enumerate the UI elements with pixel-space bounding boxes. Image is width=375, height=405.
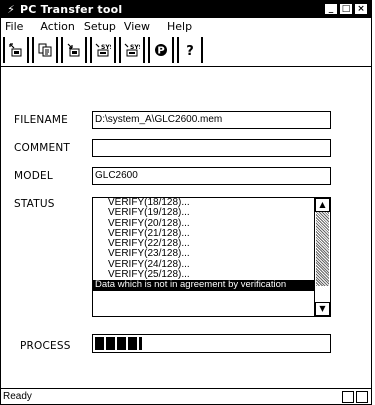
menu-action[interactable]: Action [40, 20, 74, 33]
process-label: PROCESS [20, 340, 71, 352]
menu-file[interactable]: File [5, 20, 23, 33]
comment-field[interactable] [92, 139, 331, 157]
copy-document-button[interactable] [32, 37, 58, 63]
minimize-button[interactable]: _ [324, 3, 338, 15]
filename-label: FILENAME [14, 114, 68, 126]
status-bar: Ready [1, 388, 371, 404]
model-field[interactable]: GLC2600 [92, 167, 331, 185]
status-text: Ready [3, 391, 32, 402]
scroll-track[interactable] [316, 212, 329, 286]
window-controls: _ □ × [324, 3, 368, 15]
pc-transfer-tool-window: ⚡ PC Transfer tool _ □ × File Action Set… [0, 0, 372, 405]
status-listbox[interactable]: VERIFY(18/128)... VERIFY(19/128)... VERIFY… [92, 197, 331, 317]
receive-from-unit-icon [67, 43, 80, 57]
filename-field[interactable]: D:\system_A\GLC2600.mem [92, 111, 331, 129]
title-bar[interactable]: ⚡ PC Transfer tool _ □ × [1, 1, 371, 18]
scroll-up-button[interactable]: ▲ [315, 198, 330, 212]
status-list-items: VERIFY(18/128)... VERIFY(19/128)... VERIFY… [93, 198, 314, 316]
lightning-icon: ⚡ [7, 3, 15, 16]
send-system-icon: SYS [95, 43, 111, 57]
menu-setup[interactable]: Setup [84, 20, 116, 33]
toolbar-divider [1, 66, 371, 67]
help-button[interactable]: ? [177, 37, 203, 63]
menu-help[interactable]: Help [167, 20, 192, 33]
scroll-down-button[interactable]: ▼ [315, 302, 330, 316]
svg-text:?: ? [186, 44, 194, 57]
menu-bar: File Action Setup View Help [1, 18, 371, 35]
svg-text:SYS: SYS [130, 44, 140, 51]
resize-grip[interactable] [342, 391, 368, 403]
send-system-button[interactable]: SYS [90, 37, 116, 63]
status-label: STATUS [14, 198, 55, 210]
help-icon: ? [186, 44, 194, 57]
model-label: MODEL [14, 170, 53, 182]
receive-system-button[interactable]: SYS [119, 37, 145, 63]
status-list-item[interactable]: Data which is not in agreement by verifi… [93, 280, 314, 291]
status-scrollbar[interactable]: ▲ ▼ [314, 198, 330, 316]
receive-from-unit-button[interactable] [61, 37, 87, 63]
receive-system-icon: SYS [124, 43, 140, 57]
progress-fill [95, 337, 142, 350]
close-button[interactable]: × [354, 3, 368, 15]
send-to-unit-icon [9, 43, 22, 57]
comment-label: COMMENT [14, 142, 71, 154]
protect-icon: P [155, 44, 167, 57]
window-title: PC Transfer tool [20, 3, 123, 16]
svg-text:SYS: SYS [101, 44, 111, 51]
menu-view[interactable]: View [124, 20, 150, 33]
toolbar: SYS SYS P ? [3, 37, 203, 63]
process-progress-bar [92, 334, 331, 353]
svg-text:P: P [157, 46, 164, 57]
protect-button[interactable]: P [148, 37, 174, 63]
send-to-unit-button[interactable] [3, 37, 29, 63]
maximize-button[interactable]: □ [339, 3, 353, 15]
copy-document-icon [38, 43, 52, 57]
